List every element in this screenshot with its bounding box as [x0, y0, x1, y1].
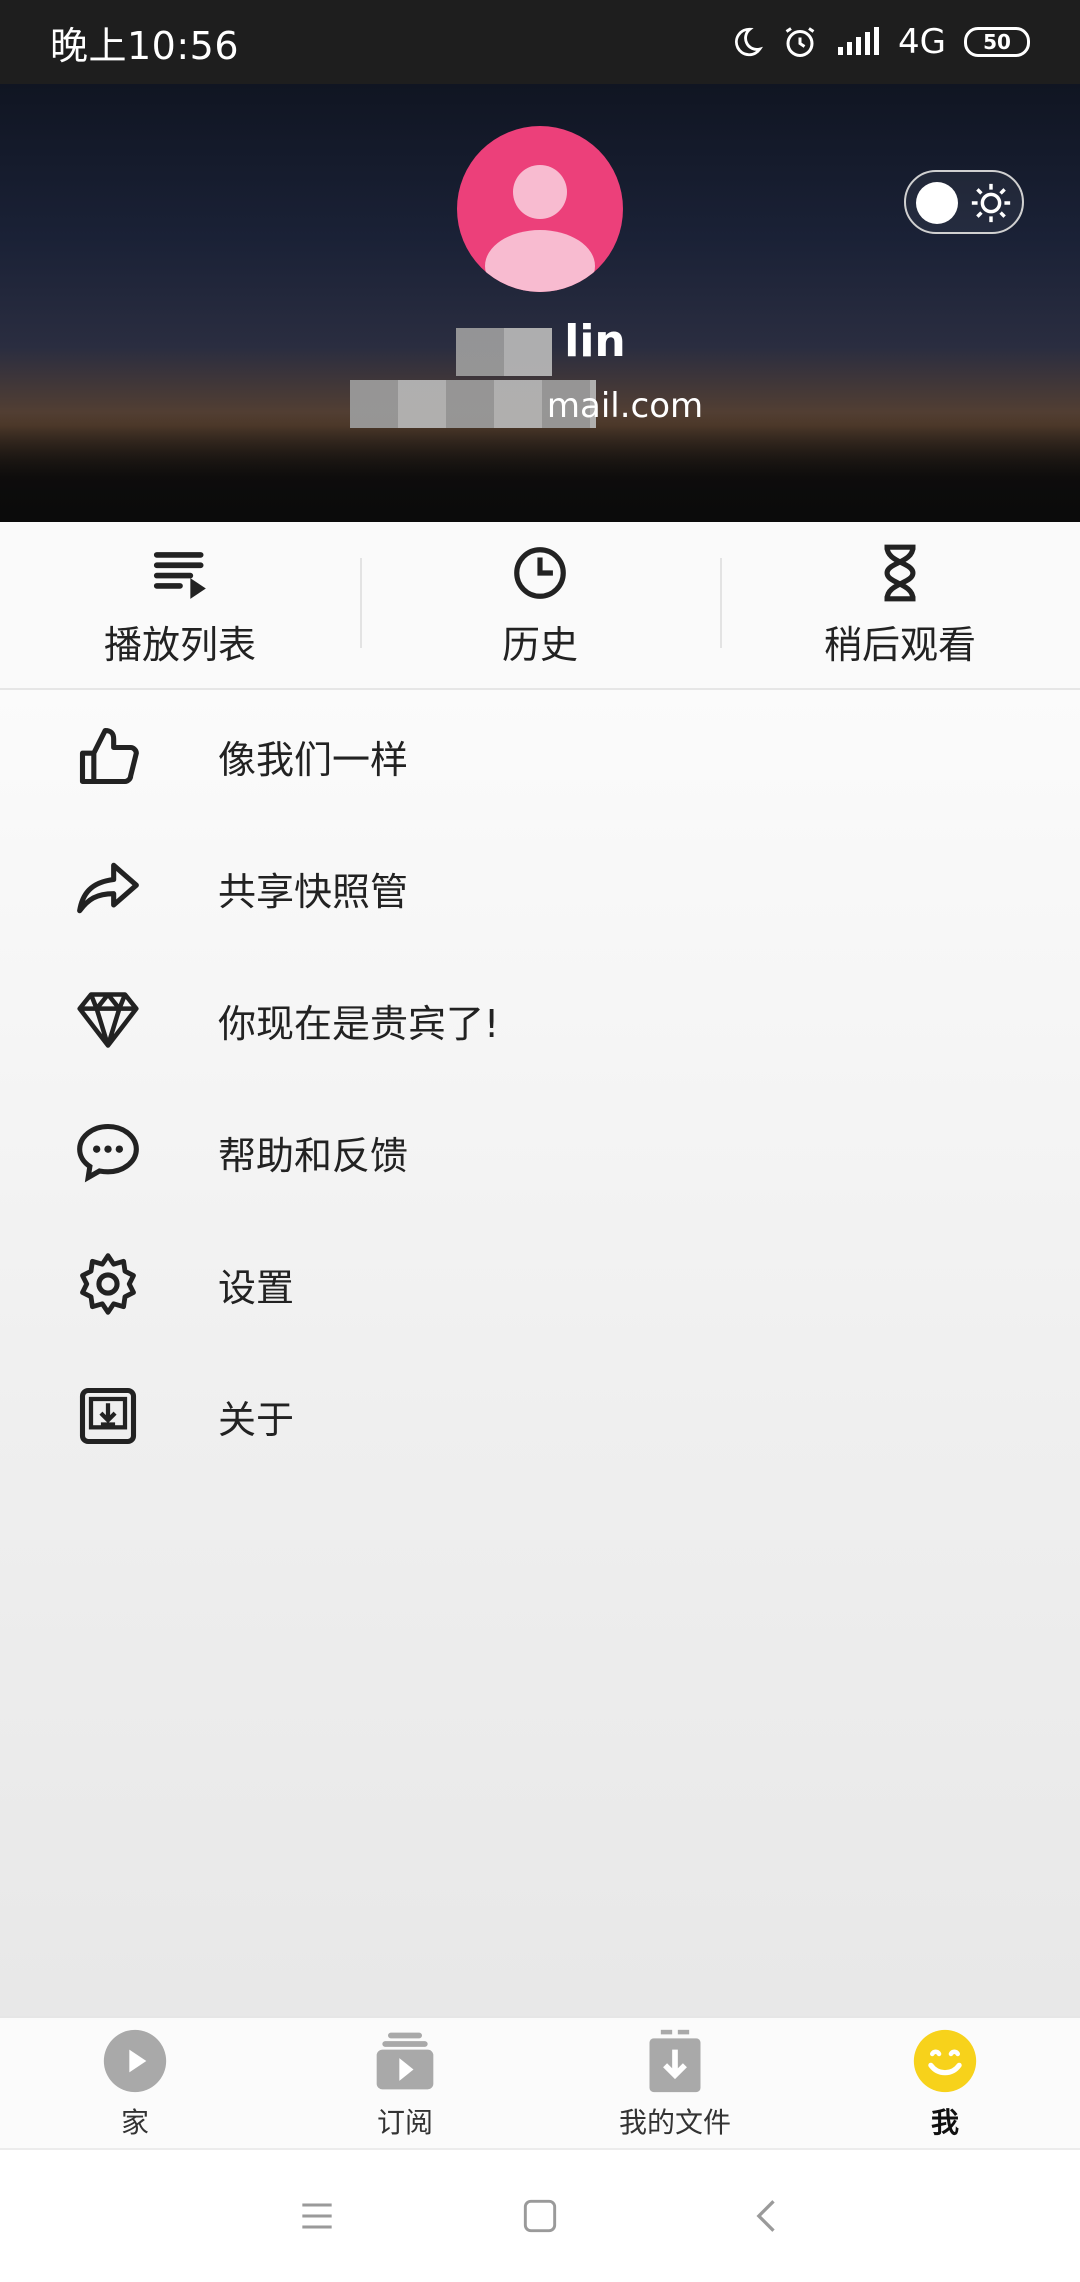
clock-icon — [514, 546, 566, 599]
avatar[interactable] — [457, 126, 623, 292]
playlist-button[interactable]: 播放列表 — [0, 522, 360, 688]
menu-label: 你现在是贵宾了! — [218, 1001, 500, 1046]
user-icon — [485, 165, 595, 292]
system-nav-bar — [0, 2148, 1080, 2282]
watch-later-label: 稍后观看 — [823, 622, 976, 667]
history-button[interactable]: 历史 — [360, 522, 720, 688]
status-bar: 晚上10:56 4G 50 — [0, 0, 1080, 84]
profile-name: lin — [564, 316, 626, 367]
nav-my-files[interactable]: 我的文件 — [540, 2018, 810, 2150]
menu-icon[interactable] — [295, 2194, 339, 2238]
nav-subscriptions[interactable]: 订阅 — [270, 2018, 540, 2150]
home-play-icon — [103, 2029, 167, 2093]
smiley-icon — [913, 2029, 977, 2093]
menu-label: 关于 — [218, 1397, 295, 1442]
back-icon[interactable] — [746, 2194, 790, 2238]
profile-email: mail.com — [546, 386, 704, 426]
menu-label: 帮助和反馈 — [218, 1133, 409, 1178]
sun-icon — [971, 183, 1011, 223]
toggle-knob — [916, 182, 958, 224]
menu-item-vip[interactable]: 你现在是贵宾了! — [0, 954, 1080, 1086]
status-icons: 4G 50 — [730, 22, 1030, 62]
thumbs-up-icon — [79, 727, 139, 785]
menu-item-share[interactable]: 共享快照管 — [0, 822, 1080, 954]
gear-icon — [80, 1253, 136, 1315]
chat-bubble-icon — [77, 1123, 139, 1183]
nav-subscriptions-label: 订阅 — [376, 2106, 433, 2139]
menu-item-help-feedback[interactable]: 帮助和反馈 — [0, 1086, 1080, 1218]
menu-label: 共享快照管 — [218, 869, 409, 914]
history-label: 历史 — [501, 622, 578, 667]
moon-icon — [735, 27, 764, 57]
playlist-label: 播放列表 — [103, 622, 256, 667]
bottom-nav: 家 订阅 我的文件 我 — [0, 2016, 1080, 2150]
battery-indicator: 50 — [964, 27, 1030, 57]
watch-later-button[interactable]: 稍后观看 — [720, 522, 1080, 688]
header-background — [0, 412, 1080, 522]
theme-toggle[interactable] — [904, 170, 1024, 234]
menu-label: 设置 — [218, 1265, 295, 1310]
menu-item-settings[interactable]: 设置 — [0, 1218, 1080, 1350]
alarm-icon — [785, 27, 815, 57]
nav-my-files-label: 我的文件 — [618, 2106, 731, 2139]
quick-actions: 播放列表 历史 稍后观看 — [0, 522, 1080, 690]
nav-me[interactable]: 我 — [810, 2018, 1080, 2150]
share-icon — [77, 862, 139, 914]
menu-item-about[interactable]: 关于 — [0, 1350, 1080, 1482]
network-type: 4G — [898, 22, 946, 62]
downloads-icon — [649, 2029, 701, 2093]
profile-header: lin mail.com — [0, 84, 1080, 522]
menu-list: 像我们一样 共享快照管 你现在是贵宾了! 帮助和反馈 设置 关于 — [0, 690, 1080, 2016]
hourglass-icon — [884, 544, 916, 601]
home-square-icon[interactable] — [518, 2194, 562, 2238]
menu-label: 像我们一样 — [218, 737, 409, 782]
status-time: 晚上10:56 — [50, 23, 240, 68]
about-download-icon — [79, 1387, 137, 1445]
nav-home[interactable]: 家 — [0, 2018, 270, 2150]
playlist-icon — [153, 551, 206, 599]
signal-icon — [838, 27, 880, 55]
menu-item-like-us[interactable]: 像我们一样 — [0, 690, 1080, 822]
nav-home-label: 家 — [120, 2106, 149, 2139]
nav-me-label: 我 — [930, 2106, 959, 2139]
subscriptions-icon — [376, 2032, 434, 2090]
diamond-icon — [77, 992, 139, 1048]
